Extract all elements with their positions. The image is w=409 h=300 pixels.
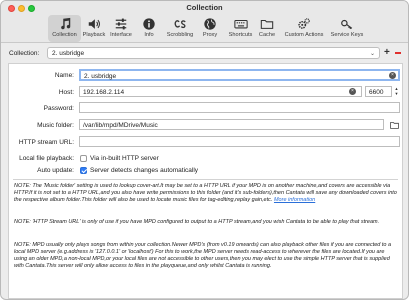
music-folder-value: /var/lib/mpd/MDrive/Music [83, 121, 158, 129]
music-folder-field[interactable]: /var/lib/mpd/MDrive/Music [79, 119, 384, 130]
tab-label: Proxy [202, 32, 218, 38]
speaker-icon [88, 19, 100, 29]
tab-label: Cache [258, 32, 276, 38]
tab-label: Info [144, 32, 154, 38]
globe-icon [204, 18, 216, 30]
local-playback-note-text: NOTE: MPD usually only plays songs from … [14, 242, 392, 269]
tab-label: Interface [110, 32, 132, 38]
port-stepper[interactable]: ▲ ▼ [394, 86, 399, 96]
remove-collection-button[interactable] [395, 52, 401, 54]
tab-collection[interactable]: Collection [48, 15, 81, 42]
music-folder-note-text: NOTE: The 'Music folder' setting is used… [14, 183, 397, 203]
auto-update-label: Auto update: [37, 167, 74, 174]
tab-cache[interactable]: Cache [256, 15, 278, 42]
tab-playback[interactable]: Playback [82, 15, 106, 42]
divider [13, 179, 398, 180]
tab-label: Scrobbling [166, 32, 194, 38]
tab-label: Shortcuts [228, 32, 253, 38]
preferences-window: Collection Collection Playback Interface… [0, 0, 409, 300]
clear-host-icon[interactable]: × [349, 88, 356, 95]
password-label: Password: [43, 105, 74, 112]
tab-shortcuts[interactable]: Shortcuts [227, 15, 254, 42]
tab-scrobbling[interactable]: Scrobbling [164, 15, 196, 42]
title-bar: Collection [1, 1, 408, 15]
tab-label: Playback [82, 32, 106, 38]
auto-update-checkbox[interactable] [80, 166, 87, 174]
auto-update-option: Server detects changes automatically [90, 167, 199, 174]
preferences-toolbar: Collection Playback Interface Info Scrob… [1, 14, 408, 43]
collection-selected-value: 2. usbridge [52, 50, 85, 57]
name-value: 2. usbridge [84, 72, 117, 80]
add-collection-button[interactable]: + [384, 47, 390, 58]
http-stream-label: HTTP stream URL: [18, 139, 74, 146]
host-label: Host: [58, 89, 74, 96]
sliders-icon [115, 18, 127, 30]
music-folder-label: Music folder: [37, 122, 74, 129]
local-playback-checkbox[interactable] [80, 154, 87, 162]
chevron-down-icon: ⌄ [369, 51, 375, 57]
key-icon [341, 19, 353, 30]
music-folder-note: NOTE: The 'Music folder' setting is used… [14, 183, 398, 204]
tab-custom-actions[interactable]: Custom Actions [282, 15, 326, 42]
browse-folder-icon[interactable] [390, 121, 399, 129]
chevron-down-icon: ▼ [394, 90, 399, 96]
lastfm-icon [174, 20, 186, 29]
host-field[interactable]: 192.168.2.114 [79, 86, 362, 97]
http-stream-field[interactable] [79, 136, 400, 147]
http-stream-note: NOTE: 'HTTP Stream URL' is only of use i… [14, 219, 398, 226]
tab-service-keys[interactable]: Service Keys [328, 15, 366, 42]
collection-selector-row: Collection: 2. usbridge ⌄ + [9, 47, 402, 61]
port-field[interactable]: 6600 [365, 86, 392, 97]
tab-label: Collection [52, 32, 77, 38]
collection-label: Collection: [9, 50, 40, 57]
folder-icon [260, 19, 274, 29]
port-value: 6600 [369, 88, 384, 96]
local-playback-option: Via in-built HTTP server [90, 155, 159, 162]
window-title: Collection [186, 3, 223, 12]
name-field[interactable]: 2. usbridge [79, 69, 400, 81]
clear-name-icon[interactable]: × [389, 71, 396, 79]
tab-label: Service Keys [330, 32, 364, 38]
tab-info[interactable]: Info [138, 15, 160, 42]
tab-proxy[interactable]: Proxy [199, 15, 221, 42]
music-note-icon [60, 17, 70, 30]
local-playback-label: Local file playback: [19, 155, 74, 162]
host-value: 192.168.2.114 [83, 88, 125, 96]
name-label: Name: [54, 72, 74, 79]
password-field[interactable] [79, 102, 400, 113]
collection-settings-panel: Name: 2. usbridge × Host: 192.168.2.114 … [8, 63, 403, 299]
http-stream-note-text: NOTE: 'HTTP Stream URL' is only of use i… [14, 219, 380, 225]
local-playback-note: NOTE: MPD usually only plays songs from … [14, 242, 398, 270]
info-icon [143, 18, 155, 30]
tab-label: Custom Actions [284, 32, 324, 38]
gears-icon [298, 18, 310, 29]
tab-interface[interactable]: Interface [108, 15, 134, 42]
more-information-link[interactable]: More information [274, 197, 315, 203]
keyboard-icon [233, 19, 248, 29]
collection-dropdown[interactable]: 2. usbridge ⌄ [47, 47, 380, 59]
